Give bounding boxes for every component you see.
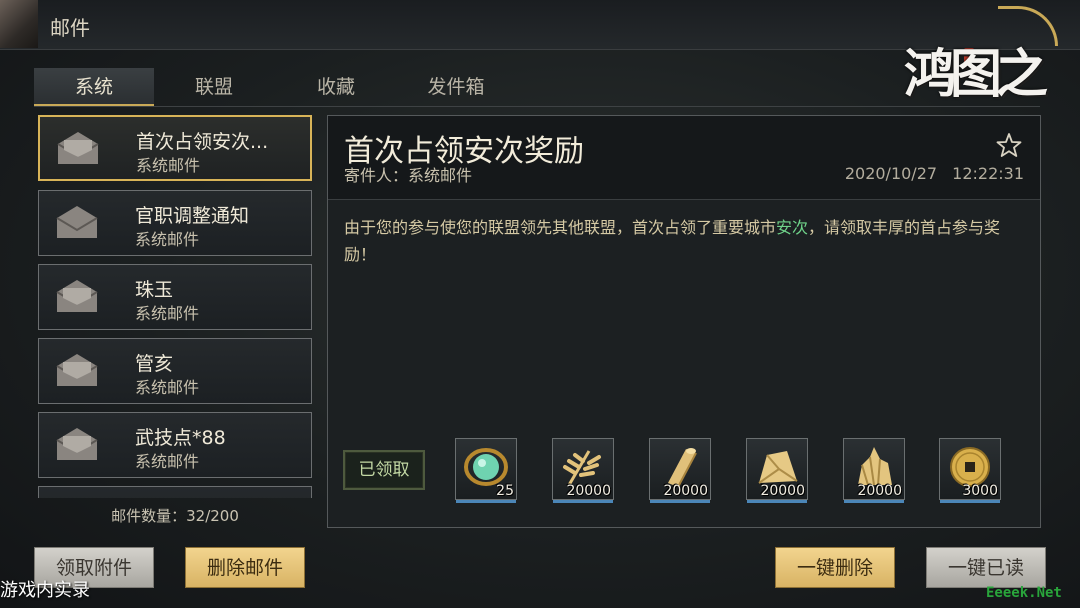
mail-sender: 系统邮件	[135, 230, 200, 249]
mail-list-item[interactable]: 武技点*88 系统邮件	[38, 412, 312, 478]
reward-item[interactable]: 20000	[746, 438, 808, 503]
mail-subject: 官职调整通知	[135, 205, 250, 227]
body-text-prefix: 由于您的参与使您的联盟领先其他联盟，首次占领了重要城市	[344, 218, 777, 237]
reward-quantity: 3000	[962, 483, 998, 499]
envelope-open-icon	[56, 354, 98, 386]
mark-all-read-button[interactable]: 一键已读	[926, 547, 1046, 588]
tab-outbox[interactable]: 发件箱	[396, 68, 516, 106]
mail-count: 邮件数量：32/200	[111, 507, 239, 525]
site-watermark: Eeeek.Net	[986, 585, 1062, 601]
mail-detail-body: 由于您的参与使您的联盟领先其他联盟，首次占领了重要城市安次，请领取丰厚的首占参与…	[344, 214, 1024, 268]
mail-tabs: 系统 联盟 收藏 发件箱	[34, 68, 534, 108]
mail-sender: 系统邮件	[135, 452, 200, 471]
game-logo: 鸿图之下	[904, 6, 1072, 180]
favorite-star-icon[interactable]	[996, 132, 1022, 158]
envelope-open-icon	[56, 428, 98, 460]
mail-detail-panel: 首次占领安次奖励 寄件人：系统邮件 2020/10/27 12:22:31 由于…	[327, 115, 1041, 528]
mail-detail-date: 2020/10/27	[844, 164, 938, 183]
mail-detail-sender: 寄件人：系统邮件	[344, 166, 473, 185]
reward-item[interactable]: 20000	[843, 438, 905, 503]
envelope-open-icon	[57, 132, 99, 164]
tab-alliance[interactable]: 联盟	[154, 68, 274, 106]
mail-sender: 系统邮件	[135, 378, 200, 397]
tabs-divider	[34, 106, 1040, 107]
tab-system[interactable]: 系统	[34, 68, 154, 106]
delete-mail-button[interactable]: 删除邮件	[185, 547, 305, 588]
envelope-open-icon	[56, 280, 98, 312]
envelope-closed-icon	[56, 206, 98, 238]
page-title: 邮件	[50, 16, 90, 40]
mail-list-item[interactable]: 首次占领安次... 系统邮件	[38, 115, 312, 181]
reward-quantity: 25	[496, 483, 514, 499]
delete-all-button[interactable]: 一键删除	[775, 547, 895, 588]
body-city-highlight: 安次	[776, 218, 809, 237]
reward-quantity: 20000	[663, 483, 708, 499]
mail-list-item[interactable]: 官职调整通知 系统邮件	[38, 190, 312, 256]
mail-subject: 珠玉	[135, 279, 174, 301]
player-avatar[interactable]	[0, 0, 38, 48]
reward-item[interactable]: 20000	[552, 438, 614, 503]
mail-detail-header: 首次占领安次奖励 寄件人：系统邮件 2020/10/27 12:22:31	[328, 116, 1040, 200]
mail-subject: 管亥	[135, 353, 174, 375]
mail-subject: 武技点*88	[135, 427, 226, 449]
mail-sender: 系统邮件	[135, 304, 200, 323]
mail-detail-timestamp: 2020/10/27 12:22:31	[845, 164, 1024, 183]
tab-favorites[interactable]: 收藏	[276, 68, 396, 106]
mail-sender: 系统邮件	[136, 156, 201, 175]
claimed-badge: 已领取	[343, 450, 425, 490]
mail-detail-time: 12:22:31	[952, 164, 1024, 183]
reward-quantity: 20000	[857, 483, 902, 499]
reward-item[interactable]: 25	[455, 438, 517, 503]
mail-subject: 首次占领安次...	[136, 131, 269, 153]
reward-quantity: 20000	[566, 483, 611, 499]
mail-list[interactable]: 首次占领安次... 系统邮件 官职调整通知 系统邮件 珠玉 系统邮件 管亥 系统…	[38, 115, 312, 498]
reward-item[interactable]: 3000	[939, 438, 1001, 503]
recording-watermark: 游戏内实录	[0, 580, 90, 601]
mail-list-item[interactable]: 珠玉 系统邮件	[38, 264, 312, 330]
mail-list-item[interactable]: 管亥 系统邮件	[38, 338, 312, 404]
reward-quantity: 20000	[760, 483, 805, 499]
mail-list-item-partial[interactable]	[38, 486, 312, 498]
reward-item[interactable]: 20000	[649, 438, 711, 503]
